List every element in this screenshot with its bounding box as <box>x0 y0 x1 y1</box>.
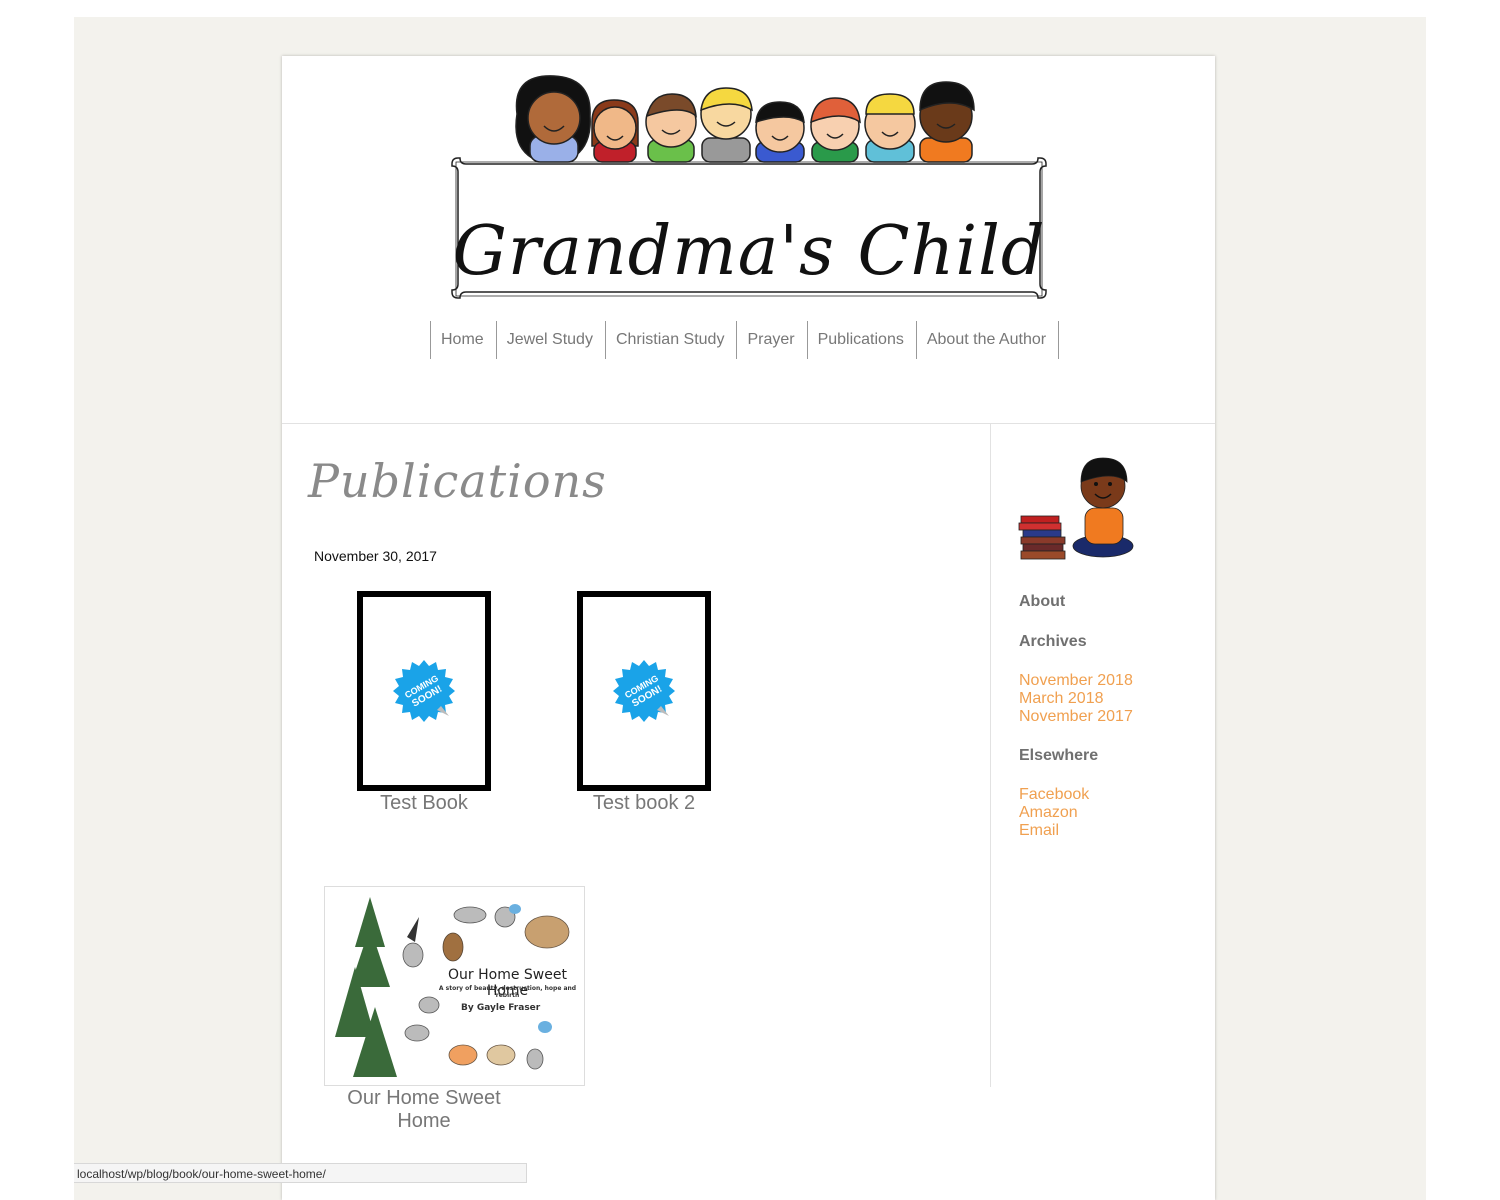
site-title[interactable]: Grandma's Child <box>442 196 1056 306</box>
book-card[interactable]: COMING SOON! Test book 2 <box>544 591 744 815</box>
nav-home[interactable]: Home <box>431 321 497 359</box>
page-title: Publications <box>308 454 607 508</box>
browser-status-bar-url: localhost/wp/blog/book/our-home-sweet-ho… <box>74 1163 527 1183</box>
book-card[interactable]: COMING SOON! Test Book <box>324 591 524 815</box>
cover-author: By Gayle Fraser <box>461 1003 541 1013</box>
sidebar-reading-kid-illustration <box>1018 457 1134 560</box>
book-card[interactable]: Our Home Sweet Home A story of beauty, d… <box>324 886 586 1133</box>
post-date: November 30, 2017 <box>314 548 437 564</box>
book-cover[interactable]: COMING SOON! <box>577 591 711 791</box>
archive-link[interactable]: November 2018 <box>1019 672 1133 690</box>
sidebar-divider <box>990 424 991 1087</box>
amazon-link[interactable]: Amazon <box>1019 804 1078 822</box>
main-navigation: Home Jewel Study Christian Study Prayer … <box>430 321 1060 359</box>
nav-prayer[interactable]: Prayer <box>737 321 808 359</box>
nav-christian-study[interactable]: Christian Study <box>606 321 738 359</box>
coming-soon-badge-icon: COMING SOON! <box>393 660 455 722</box>
book-title[interactable]: Test book 2 <box>544 792 744 815</box>
book-title[interactable]: Our Home Sweet Home <box>324 1087 524 1133</box>
nav-publications[interactable]: Publications <box>808 321 917 359</box>
header-divider <box>282 423 1215 424</box>
nav-about-the-author[interactable]: About the Author <box>917 321 1060 359</box>
book-cover-our-home-sweet-home[interactable]: Our Home Sweet Home A story of beauty, d… <box>324 886 585 1086</box>
sidebar-archives-heading: Archives <box>1019 633 1087 650</box>
facebook-link[interactable]: Facebook <box>1019 786 1089 804</box>
nav-jewel-study[interactable]: Jewel Study <box>497 321 606 359</box>
cover-subtitle: A story of beauty, destruction, hope and… <box>438 985 577 999</box>
coming-soon-badge-icon: COMING SOON! <box>613 660 675 722</box>
archive-link[interactable]: November 2017 <box>1019 708 1133 726</box>
sidebar-elsewhere-heading: Elsewhere <box>1019 747 1099 764</box>
sidebar-about-heading: About <box>1019 593 1066 610</box>
book-title[interactable]: Test Book <box>324 792 524 815</box>
archive-link[interactable]: March 2018 <box>1019 690 1104 708</box>
site-container: Grandma's Child Home Jewel Study Christi… <box>282 56 1215 1200</box>
book-cover[interactable]: COMING SOON! <box>357 591 491 791</box>
email-link[interactable]: Email <box>1019 822 1059 840</box>
